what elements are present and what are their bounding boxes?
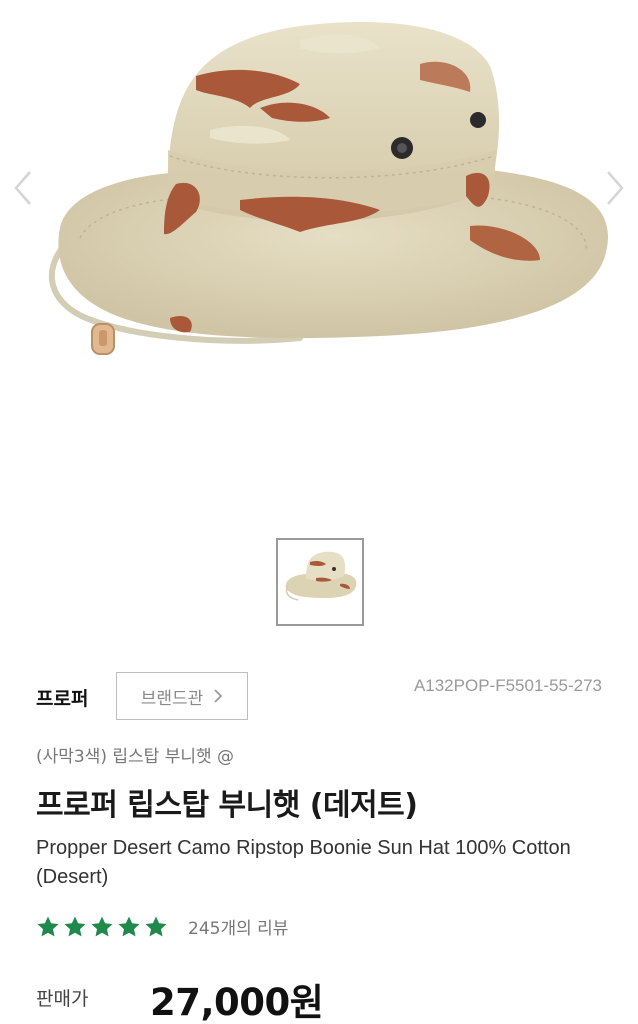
star-icon bbox=[64, 916, 86, 936]
star-icon bbox=[118, 916, 140, 936]
gallery-next-button[interactable] bbox=[598, 168, 632, 208]
product-thumbnail[interactable] bbox=[276, 538, 364, 626]
product-title: 프로퍼 립스탑 부니햇 (데저트) bbox=[36, 788, 418, 823]
chevron-left-icon bbox=[14, 171, 31, 205]
star-icon bbox=[145, 916, 167, 936]
review-count-link[interactable]: 245개의 리뷰 bbox=[188, 914, 288, 939]
product-english-title: Propper Desert Camo Ripstop Boonie Sun H… bbox=[36, 837, 571, 888]
chevron-right-icon bbox=[607, 171, 624, 205]
product-sku: A132POP-F5501-55-273 bbox=[413, 676, 602, 695]
product-subtitle: (사막3색) 립스탑 부니햇 @ bbox=[36, 747, 235, 767]
price-label: 판매가 bbox=[36, 988, 89, 1010]
product-hero-image[interactable] bbox=[0, 0, 638, 500]
star-icon bbox=[37, 916, 59, 936]
brand-shop-label: 브랜드관 bbox=[140, 688, 204, 709]
brand-name[interactable]: 프로퍼 bbox=[36, 684, 88, 711]
star-icon bbox=[91, 916, 113, 936]
chevron-right-icon bbox=[214, 689, 223, 703]
price-value: 27,000원 bbox=[150, 981, 324, 1024]
price-row: 판매가 27,000원 bbox=[36, 972, 608, 1024]
gallery-prev-button[interactable] bbox=[6, 168, 40, 208]
brand-row: 프로퍼 브랜드관 A132POP-F5501-55-273 bbox=[36, 672, 608, 722]
brand-shop-button[interactable]: 브랜드관 bbox=[116, 672, 248, 720]
rating-row: 245개의 리뷰 bbox=[36, 914, 288, 939]
thumbnail-hat-image bbox=[285, 551, 357, 601]
rating-stars bbox=[36, 915, 168, 939]
product-image-gallery bbox=[0, 0, 638, 626]
